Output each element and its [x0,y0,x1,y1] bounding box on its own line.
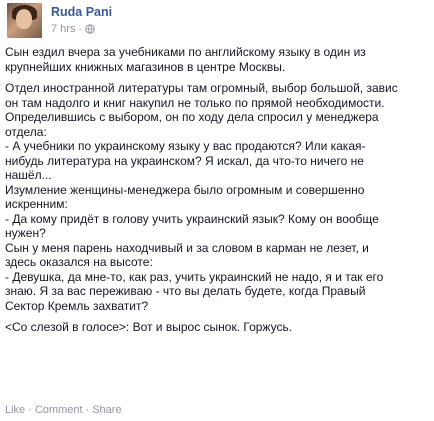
share-link[interactable]: Share [92,404,121,416]
action-separator: · [85,404,90,416]
avatar-face [16,9,32,29]
post-paragraph-2: Отдел иностранной литературы там огромны… [5,81,398,313]
post-header: Ruda Pani 7 hrs · [7,3,112,39]
post-paragraph-1: Сын ездил вчера за учебниками по английс… [5,45,366,74]
post-body: Сын ездил вчера за учебниками по английс… [5,45,425,342]
post-meta: Ruda Pani 7 hrs · [51,3,112,35]
post-paragraph-3: <Со слезой в голосе>: Вот и вырос сынок.… [5,320,293,334]
action-separator: · [28,404,32,416]
facebook-post: Ruda Pani 7 hrs · Сын ездил вчера за уче… [0,0,434,421]
comment-link[interactable]: Comment [35,404,83,416]
globe-icon[interactable] [85,24,95,34]
time-separator: · [78,23,82,35]
author-avatar[interactable] [7,3,42,38]
post-actions: Like · Comment · Share [5,404,122,416]
timestamp-row: 7 hrs · [51,23,112,35]
post-time[interactable]: 7 hrs [51,23,75,35]
like-link[interactable]: Like [5,404,25,416]
author-name[interactable]: Ruda Pani [51,5,112,20]
